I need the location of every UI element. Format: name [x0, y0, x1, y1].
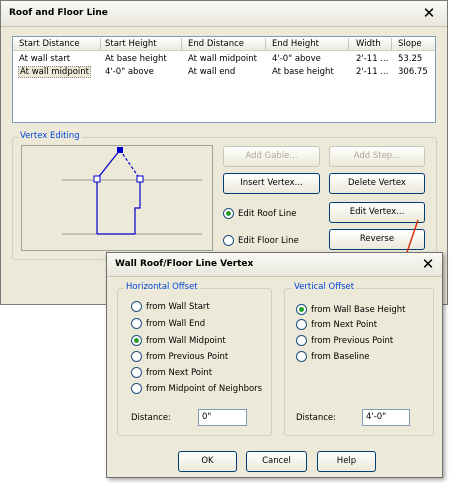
cell: At wall midpoint [18, 66, 92, 78]
horizontal-distance-input[interactable]: 0" [198, 409, 247, 426]
add-gable-button[interactable]: Add Gable... [223, 146, 320, 167]
edit-roof-line-radio[interactable] [223, 208, 234, 219]
dialog-title-bar: Roof and Floor Line ✕ [1, 1, 447, 27]
cell: At wall end [188, 67, 236, 77]
cell: At wall midpoint [188, 54, 258, 64]
add-step-button[interactable]: Add Step... [329, 146, 425, 167]
option-label: from Wall Start [146, 302, 210, 312]
column-header[interactable]: Start Height [105, 39, 157, 49]
distance-label: Distance: [296, 413, 337, 423]
from-wall-start-radio[interactable] [131, 301, 142, 312]
option-label: from Wall Midpoint [146, 336, 226, 346]
edit-roof-line-label: Edit Roof Line [238, 209, 297, 219]
option-label: from Midpoint of Neighbors [146, 384, 263, 394]
table-row-selected[interactable]: At wall midpoint 4'-0" above At wall end… [13, 66, 435, 79]
from-next-point-radio[interactable] [296, 319, 307, 330]
cell: At wall start [19, 54, 71, 64]
option-label: from Next Point [146, 368, 213, 378]
cell: 4'-0" above [272, 54, 321, 64]
wall-vertex-dialog: Wall Roof/Floor Line Vertex ✕ Horizontal… [106, 252, 443, 478]
from-wall-base-height-radio[interactable] [296, 304, 307, 315]
column-header[interactable]: Slope [398, 39, 422, 49]
cell: 2'-11 ... [356, 54, 389, 64]
sub-dialog-title: Wall Roof/Floor Line Vertex [115, 259, 254, 269]
from-previous-point-radio[interactable] [131, 351, 142, 362]
vertex-editing-label: Vertex Editing [18, 131, 82, 141]
option-label: from Previous Point [146, 352, 229, 362]
edit-floor-line-label: Edit Floor Line [238, 236, 299, 246]
from-wall-midpoint-radio[interactable] [131, 335, 142, 346]
column-header[interactable]: End Distance [188, 39, 244, 49]
ok-button[interactable]: OK [178, 451, 237, 472]
cell: 306.75 [398, 67, 428, 77]
dialog-title: Roof and Floor Line [9, 8, 108, 18]
from-midpoint-neighbors-radio[interactable] [131, 383, 142, 394]
vertical-offset-label: Vertical Offset [292, 282, 357, 292]
from-wall-end-radio[interactable] [131, 318, 142, 329]
option-label: from Previous Point [311, 336, 394, 346]
from-previous-point-radio[interactable] [296, 335, 307, 346]
sub-dialog-title-bar: Wall Roof/Floor Line Vertex ✕ [107, 253, 442, 277]
help-button[interactable]: Help [317, 451, 376, 472]
delete-vertex-button[interactable]: Delete Vertex [329, 173, 425, 194]
cell: At base height [272, 67, 334, 77]
wall-profile-diagram [62, 147, 202, 235]
cell: 4'-0" above [105, 67, 154, 77]
vertical-distance-input[interactable]: 4'-0" [362, 409, 410, 426]
column-header[interactable]: End Height [272, 39, 319, 49]
horizontal-offset-label: Horizontal Offset [124, 282, 200, 292]
close-icon[interactable]: ✕ [420, 257, 436, 273]
cancel-button[interactable]: Cancel [246, 451, 307, 472]
table-row[interactable]: At wall start At base height At wall mid… [13, 53, 435, 66]
edit-floor-line-radio[interactable] [223, 235, 234, 246]
cell: 2'-11 ... [356, 67, 389, 77]
profile-preview [21, 145, 213, 251]
distance-label: Distance: [131, 413, 172, 423]
list-header: Start Distance Start Height End Distance… [13, 37, 435, 51]
from-next-point-radio[interactable] [131, 367, 142, 378]
column-header[interactable]: Start Distance [19, 39, 80, 49]
option-label: from Wall Base Height [311, 305, 406, 315]
cell: 53.25 [398, 54, 423, 64]
option-label: from Next Point [311, 320, 378, 330]
close-icon[interactable]: ✕ [421, 6, 437, 22]
segments-list[interactable]: Start Distance Start Height End Distance… [12, 36, 436, 123]
cell: At base height [105, 54, 167, 64]
column-header[interactable]: Width [356, 39, 381, 49]
insert-vertex-button[interactable]: Insert Vertex... [223, 173, 320, 194]
option-label: from Baseline [311, 352, 370, 362]
from-baseline-radio[interactable] [296, 351, 307, 362]
option-label: from Wall End [146, 319, 206, 329]
